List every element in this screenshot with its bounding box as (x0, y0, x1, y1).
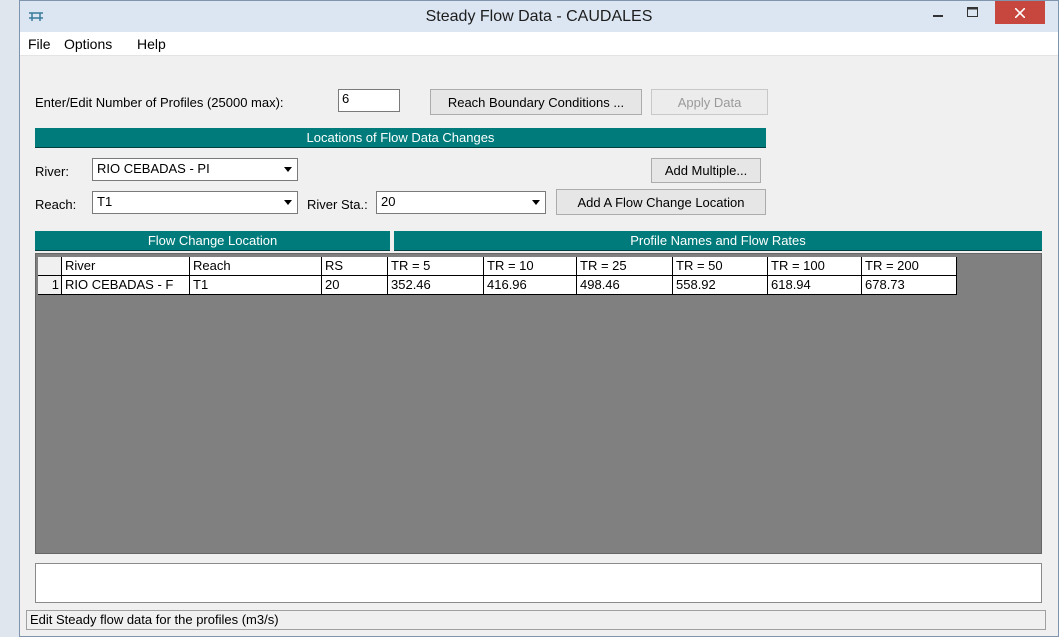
close-icon (1015, 7, 1025, 18)
river-sta-label: River Sta.: (307, 197, 368, 212)
profile-names-header: Profile Names and Flow Rates (394, 231, 1042, 251)
col-header-tr50[interactable]: TR = 50 (673, 257, 768, 276)
cell-tr100[interactable]: 618.94 (768, 276, 862, 295)
message-box[interactable] (35, 563, 1042, 603)
chevron-down-icon[interactable] (279, 160, 296, 179)
profiles-count-input[interactable]: 6 (338, 89, 400, 112)
profiles-label: Enter/Edit Number of Profiles (25000 max… (35, 95, 284, 110)
maximize-button[interactable] (958, 1, 987, 23)
menu-file[interactable]: File (28, 36, 51, 52)
river-select[interactable]: RIO CEBADAS - PI (92, 158, 298, 181)
menu-help[interactable]: Help (137, 36, 166, 52)
cell-tr25[interactable]: 498.46 (577, 276, 673, 295)
col-header-rs[interactable]: RS (322, 257, 388, 276)
flow-data-grid[interactable]: River Reach RS TR = 5 TR = 10 TR = 25 TR… (35, 253, 1042, 554)
river-sta-select-value: 20 (381, 194, 396, 209)
close-button[interactable] (995, 1, 1045, 24)
reach-label: Reach: (35, 197, 77, 212)
add-multiple-button[interactable]: Add Multiple... (651, 158, 761, 183)
cell-tr50[interactable]: 558.92 (673, 276, 768, 295)
corner-cell (38, 257, 62, 276)
col-header-tr5[interactable]: TR = 5 (388, 257, 484, 276)
cell-river[interactable]: RIO CEBADAS - F (62, 276, 190, 295)
col-header-tr25[interactable]: TR = 25 (577, 257, 673, 276)
menu-bar: File Options Help (20, 32, 1058, 56)
cell-tr200[interactable]: 678.73 (862, 276, 957, 295)
cell-tr5[interactable]: 352.46 (388, 276, 484, 295)
apply-data-button[interactable]: Apply Data (651, 89, 768, 115)
river-label: River: (35, 164, 69, 179)
minimize-icon (932, 15, 943, 17)
steady-flow-window: Steady Flow Data - CAUDALES File Options… (19, 0, 1059, 637)
col-header-tr100[interactable]: TR = 100 (768, 257, 862, 276)
minimize-button[interactable] (923, 1, 952, 23)
col-header-river[interactable]: River (62, 257, 190, 276)
maximize-icon (967, 7, 978, 17)
row-number[interactable]: 1 (38, 276, 62, 295)
menu-options[interactable]: Options (64, 36, 112, 52)
cell-tr10[interactable]: 416.96 (484, 276, 577, 295)
reach-select-value: T1 (97, 194, 113, 209)
reach-select[interactable]: T1 (92, 191, 298, 214)
locations-header: Locations of Flow Data Changes (35, 128, 766, 148)
flow-change-location-header: Flow Change Location (35, 231, 390, 251)
title-bar[interactable]: Steady Flow Data - CAUDALES (20, 1, 1058, 32)
cell-rs[interactable]: 20 (322, 276, 388, 295)
col-header-reach[interactable]: Reach (190, 257, 322, 276)
river-select-value: RIO CEBADAS - PI (97, 161, 210, 176)
chevron-down-icon[interactable] (279, 193, 296, 212)
status-bar: Edit Steady flow data for the profiles (… (26, 610, 1046, 630)
chevron-down-icon[interactable] (527, 193, 544, 212)
reach-boundary-conditions-button[interactable]: Reach Boundary Conditions ... (430, 89, 642, 115)
add-flow-change-location-button[interactable]: Add A Flow Change Location (556, 189, 766, 215)
window-title: Steady Flow Data - CAUDALES (425, 8, 653, 25)
river-sta-select[interactable]: 20 (376, 191, 546, 214)
cell-reach[interactable]: T1 (190, 276, 322, 295)
col-header-tr200[interactable]: TR = 200 (862, 257, 957, 276)
col-header-tr10[interactable]: TR = 10 (484, 257, 577, 276)
